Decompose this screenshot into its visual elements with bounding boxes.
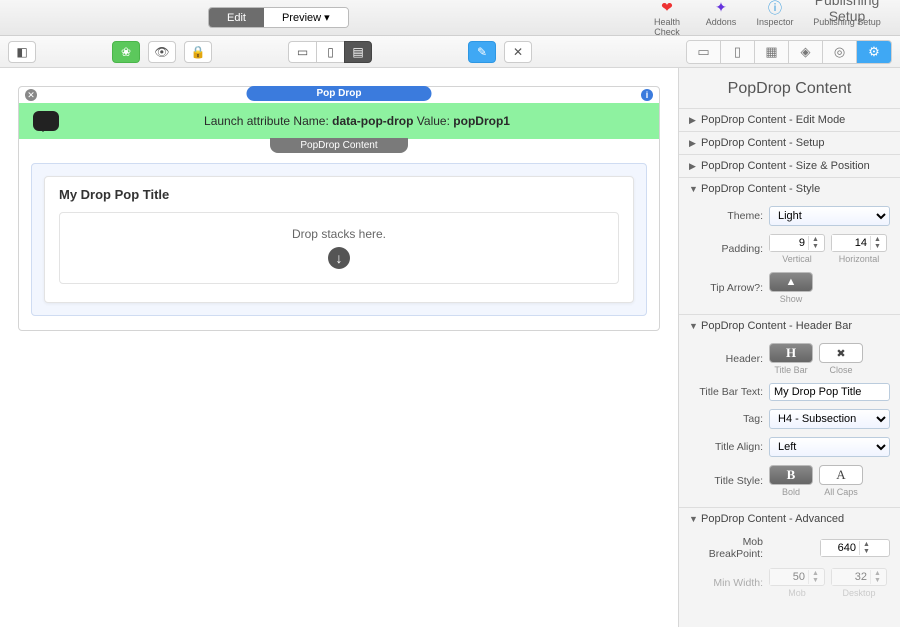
popdrop-stack[interactable]: ✕ Pop Drop i Launch attribute Name: data… [18, 86, 660, 331]
tip-arrow-toggle[interactable]: ▲ [769, 272, 813, 292]
library-button[interactable]: ◧ [8, 41, 36, 63]
card-title: My Drop Pop Title [59, 187, 619, 202]
bold-toggle[interactable]: B [769, 465, 813, 485]
inspector-tabs: ▭ ▯ ▦ ◈ ◎ ⚙ [686, 40, 892, 64]
canvas[interactable]: ✕ Pop Drop i Launch attribute Name: data… [0, 68, 678, 627]
theme-label: Theme: [689, 210, 763, 222]
header-label: Header: [689, 353, 763, 365]
close-toggle[interactable]: ✖ [819, 343, 863, 363]
title-align-select[interactable]: Left [769, 437, 890, 457]
theme-select[interactable]: Light [769, 206, 890, 226]
launch-attribute-text: Launch attribute Name: data-pop-drop Val… [69, 114, 645, 128]
mode-segment: Edit Preview ▾ [208, 7, 349, 28]
triangle-right-icon: ▶ [689, 138, 697, 149]
section-advanced[interactable]: ▼PopDrop Content - Advanced [679, 508, 900, 530]
publishing-setup-label: Publishing Setup [802, 17, 892, 27]
down-arrow-icon: ↓ [328, 247, 350, 269]
x-icon: ✕ [513, 45, 523, 59]
inspector-tab-5[interactable]: ◎ [823, 41, 857, 63]
publishing-setup-button[interactable]: Publishing Setup Publishing Setup [802, 0, 892, 37]
triangle-right-icon: ▶ [689, 115, 697, 126]
drop-zone-text: Drop stacks here. [74, 227, 604, 241]
visibility-button[interactable]: 👁 [148, 41, 176, 63]
section-setup[interactable]: ▶PopDrop Content - Setup [679, 132, 900, 154]
min-width-desktop-stepper[interactable]: ▲▼ [831, 568, 887, 586]
pencil-icon: ✎ [477, 45, 487, 59]
lock-icon: 🔒 [191, 45, 206, 59]
mob-breakpoint-stepper[interactable]: ▲▼ [820, 539, 890, 557]
content-stack[interactable]: My Drop Pop Title Drop stacks here. ↓ [31, 163, 647, 316]
stacks-button[interactable]: ❀ [112, 41, 140, 63]
col1-button[interactable]: ▭ [288, 41, 316, 63]
addons-icon: ✦ [694, 0, 748, 17]
addons-label: Addons [694, 17, 748, 27]
stack-info-button[interactable]: i [641, 89, 653, 101]
padding-label: Padding: [689, 243, 763, 255]
stack-title-pill: Pop Drop [247, 86, 432, 101]
drop-zone[interactable]: Drop stacks here. ↓ [59, 212, 619, 284]
triangle-down-icon: ▼ [689, 514, 697, 524]
section-edit-mode[interactable]: ▶PopDrop Content - Edit Mode [679, 109, 900, 131]
section-style[interactable]: ▼PopDrop Content - Style [679, 178, 900, 200]
inspector-tab-1[interactable]: ▭ [687, 41, 721, 63]
title-bar-text-label: Title Bar Text: [689, 386, 763, 398]
addons-button[interactable]: ✦ Addons [694, 0, 748, 37]
edit-pencil-button[interactable]: ✎ [468, 41, 496, 63]
padding-horizontal-stepper[interactable]: ▲▼ [831, 234, 887, 252]
titlebar-toggle[interactable]: H [769, 343, 813, 363]
inspector-tab-2[interactable]: ▯ [721, 41, 755, 63]
heart-icon: ❤ [640, 0, 694, 17]
title-style-label: Title Style: [689, 475, 763, 487]
section-header-bar[interactable]: ▼PopDrop Content - Header Bar [679, 315, 900, 337]
stacks-icon: ❀ [121, 45, 131, 59]
triangle-right-icon: ▶ [689, 161, 697, 172]
preview-mode-button[interactable]: Preview ▾ [264, 8, 348, 27]
section-size-position[interactable]: ▶PopDrop Content - Size & Position [679, 155, 900, 177]
inspector-tab-4[interactable]: ◈ [789, 41, 823, 63]
edit-mode-button[interactable]: Edit [209, 8, 264, 27]
eye-icon: 👁 [154, 45, 169, 59]
top-icons: ❤ Health Check ✦ Addons ⓘ Inspector Publ… [640, 0, 892, 37]
tag-select[interactable]: H4 - Subsection [769, 409, 890, 429]
min-width-mob-stepper[interactable]: ▲▼ [769, 568, 825, 586]
titlebar: Edit Preview ▾ ❤ Health Check ✦ Addons ⓘ… [0, 0, 900, 36]
health-check-button[interactable]: ❤ Health Check [640, 0, 694, 37]
health-check-label: Health Check [640, 17, 694, 37]
title-bar-text-input[interactable] [769, 383, 890, 401]
col2-button[interactable]: ▯ [316, 41, 344, 63]
title-align-label: Title Align: [689, 441, 763, 453]
inspector-label: Inspector [748, 17, 802, 27]
allcaps-toggle[interactable]: A [819, 465, 863, 485]
gear-icon: Publishing Setup [802, 0, 892, 17]
inspector-button[interactable]: ⓘ Inspector [748, 0, 802, 37]
clear-button[interactable]: ✕ [504, 41, 532, 63]
min-width-label: Min Width: [689, 577, 763, 589]
toolbar: ◧ ❀ 👁 🔒 ▭ ▯ ▤ ✎ ✕ ▭ ▯ ▦ ◈ ◎ ⚙ [0, 36, 900, 68]
launch-attribute-bar: Launch attribute Name: data-pop-drop Val… [19, 103, 659, 139]
popdrop-card: My Drop Pop Title Drop stacks here. ↓ [44, 176, 634, 303]
speech-bubble-icon [33, 111, 59, 131]
cube-icon: ◧ [16, 45, 27, 59]
padding-vertical-stepper[interactable]: ▲▼ [769, 234, 825, 252]
inner-pill: PopDrop Content [270, 138, 407, 153]
triangle-down-icon: ▼ [689, 184, 697, 194]
sidebar: PopDrop Content ▶PopDrop Content - Edit … [678, 68, 900, 627]
column-layout-group: ▭ ▯ ▤ [288, 41, 372, 63]
stack-close-button[interactable]: ✕ [25, 89, 37, 101]
triangle-down-icon: ▼ [689, 321, 697, 331]
info-icon: ⓘ [748, 0, 802, 17]
tag-label: Tag: [689, 413, 763, 425]
inspector-tab-6[interactable]: ⚙ [857, 41, 891, 63]
lock-button[interactable]: 🔒 [184, 41, 212, 63]
main: ✕ Pop Drop i Launch attribute Name: data… [0, 68, 900, 627]
sidebar-title: PopDrop Content [679, 68, 900, 108]
col3-button[interactable]: ▤ [344, 41, 372, 63]
tip-arrow-label: Tip Arrow?: [689, 282, 763, 294]
mob-breakpoint-label: Mob BreakPoint: [689, 536, 763, 560]
inspector-tab-3[interactable]: ▦ [755, 41, 789, 63]
